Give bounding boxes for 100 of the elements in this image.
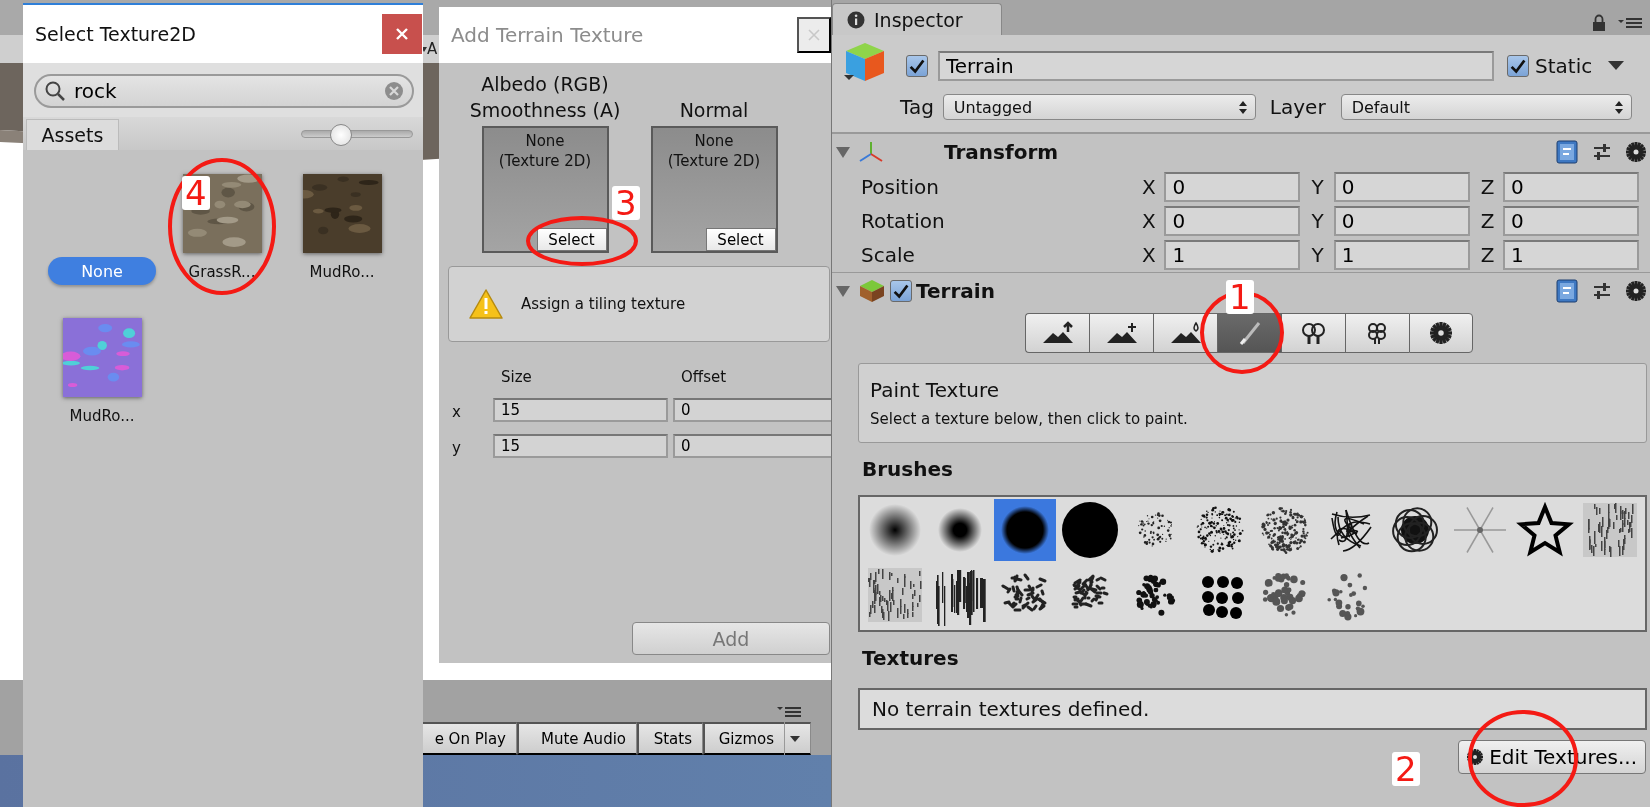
asset-label[interactable]: MudRo... <box>309 259 375 285</box>
column-label: Offset <box>680 368 728 386</box>
select-button[interactable]: Select <box>705 228 776 251</box>
number-field[interactable]: 15 <box>493 434 668 458</box>
tool-button[interactable] <box>1409 313 1473 353</box>
component-title: Transform <box>944 140 1059 164</box>
inspector-tab[interactable]: Inspector <box>832 3 1002 35</box>
number-field[interactable]: 1 <box>1164 240 1301 270</box>
book-icon[interactable] <box>1556 140 1578 164</box>
slot-type: (Texture 2D) <box>498 151 592 171</box>
checkbox-label: Static <box>1535 54 1593 78</box>
asset-label[interactable]: GrassR... <box>188 259 256 285</box>
lock-icon[interactable] <box>1592 14 1606 31</box>
tool-button[interactable] <box>1153 313 1217 353</box>
checkbox[interactable] <box>906 55 928 77</box>
checkbox[interactable] <box>890 280 912 302</box>
tool-title: Paint Texture <box>870 378 1001 402</box>
caret-icon <box>790 735 800 742</box>
number-field[interactable]: 0 <box>1503 172 1639 202</box>
field-label: Layer <box>1269 95 1326 119</box>
tool-hint: Select a texture below, then click to paint. <box>870 410 1189 428</box>
axis-label: Y <box>1311 209 1325 233</box>
axes-icon <box>858 140 884 164</box>
texture-slot[interactable]: None (Texture 2D) Select <box>481 126 609 253</box>
slot-value: None <box>525 131 565 151</box>
settings-icon <box>1430 322 1452 344</box>
number-field[interactable]: 15 <box>493 398 668 422</box>
axis-label: Y <box>1311 175 1325 199</box>
toolbar-button[interactable]: Mute Audio <box>517 722 637 755</box>
search-icon <box>44 80 66 102</box>
warning-icon <box>468 288 504 320</box>
dropdown[interactable]: Untagged <box>942 94 1256 120</box>
number-field[interactable]: 0 <box>1164 206 1301 236</box>
updown-icon <box>1614 100 1623 114</box>
settings-icon <box>1467 749 1484 765</box>
number-field[interactable]: 0 <box>1333 206 1470 236</box>
slot-label: Albedo (RGB) <box>481 72 609 97</box>
field-label: Rotation <box>860 209 946 233</box>
name-field[interactable]: Terrain <box>938 51 1494 81</box>
number-field[interactable]: 1 <box>1503 240 1639 270</box>
checkbox[interactable] <box>1507 55 1529 77</box>
fold-triangle-icon[interactable] <box>836 145 850 159</box>
number-field[interactable]: 0 <box>673 434 831 458</box>
brush-swatch[interactable] <box>994 498 1056 561</box>
axis-label: y <box>452 438 462 457</box>
number-field[interactable]: 0 <box>673 398 831 422</box>
empty-message: No terrain textures defined. <box>858 688 1647 730</box>
dropdown[interactable]: Default <box>1340 94 1632 120</box>
annotation-number: 2 <box>1392 752 1420 786</box>
slider-thumb[interactable] <box>330 123 353 146</box>
axis-label: Y <box>1311 243 1325 267</box>
info-icon <box>847 10 865 29</box>
settings-icon[interactable] <box>1626 142 1646 162</box>
axis-label: X <box>1142 175 1157 199</box>
close-button[interactable] <box>797 17 831 53</box>
field-label: Position <box>860 175 940 199</box>
book-icon[interactable] <box>1556 279 1578 303</box>
number-field[interactable]: 0 <box>1333 172 1470 202</box>
none-button[interactable]: None <box>48 257 156 285</box>
asset-label[interactable]: MudRo... <box>69 403 135 429</box>
annotation-number: 4 <box>182 176 210 210</box>
field-label: Scale <box>860 243 916 267</box>
select-button[interactable]: Select <box>536 228 607 251</box>
slot-type: (Texture 2D) <box>667 151 761 171</box>
close-icon <box>395 27 409 41</box>
component-title: Terrain <box>916 279 995 303</box>
axis-label: Z <box>1480 209 1496 233</box>
updown-icon <box>1238 100 1247 114</box>
menu-icon[interactable] <box>777 706 801 718</box>
toolbar-button[interactable]: Stats <box>637 722 703 755</box>
tool-button[interactable] <box>1025 313 1089 353</box>
number-field[interactable]: 1 <box>1333 240 1470 270</box>
number-field[interactable]: 0 <box>1503 206 1639 236</box>
axis-label: Z <box>1480 175 1496 199</box>
column-label: Size <box>500 368 533 386</box>
slot-value: None <box>694 131 734 151</box>
clear-icon[interactable] <box>384 81 404 101</box>
texture-slot[interactable]: None (Texture 2D) Select <box>650 126 778 253</box>
toolbar-button[interactable]: Gizmos <box>703 722 811 755</box>
tab[interactable]: Assets <box>26 119 119 150</box>
tool-button[interactable] <box>1345 313 1409 353</box>
field-label: Tag <box>900 95 934 119</box>
toolbar-label: A <box>427 40 438 58</box>
section-heading: Brushes <box>861 456 954 483</box>
tool-button[interactable] <box>1281 313 1345 353</box>
zoom-slider[interactable] <box>301 122 413 145</box>
tool-button[interactable] <box>1089 313 1153 353</box>
search-field[interactable]: rock <box>34 74 414 108</box>
close-icon <box>808 29 820 41</box>
number-field[interactable]: 0 <box>1164 172 1301 202</box>
sliders-icon[interactable] <box>1592 142 1612 162</box>
annotation-number: 3 <box>612 186 640 220</box>
menu-icon[interactable] <box>1618 16 1642 29</box>
window-title: Add Terrain Texture <box>450 23 644 47</box>
terrain-icon <box>858 278 886 304</box>
fold-triangle-icon[interactable] <box>836 284 850 298</box>
settings-icon[interactable] <box>1626 281 1646 301</box>
axis-label: X <box>1142 243 1157 267</box>
sliders-icon[interactable] <box>1592 281 1612 301</box>
caret-icon[interactable] <box>1608 61 1625 71</box>
